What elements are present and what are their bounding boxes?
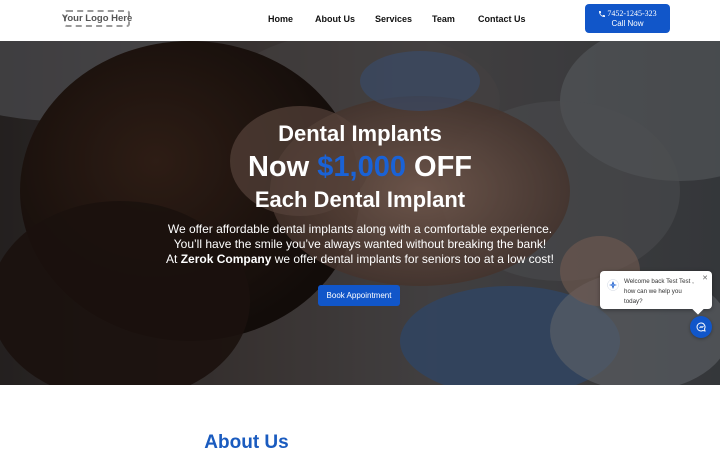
nav-item-team[interactable]: Team [432, 0, 455, 38]
chat-message: Welcome back Test Test , how can we help… [624, 277, 700, 307]
nav-item-services[interactable]: Services [375, 0, 412, 38]
hero-heading-now: Now [247, 151, 318, 183]
hero-desc-line3: At Zerok Company we offer dental implant… [0, 252, 720, 267]
chat-message-line1: Welcome back Test Test , [624, 278, 694, 285]
nav-link-contact[interactable]: Contact Us [478, 14, 526, 24]
hero-heading-off: OFF [405, 151, 473, 183]
call-now-label: Call Now [611, 19, 644, 28]
hero-desc-line1: We offer affordable dental implants alon… [167, 222, 553, 236]
hero-overlay [0, 41, 720, 385]
chat-icon [696, 322, 706, 332]
nav-item-contact[interactable]: Contact Us [478, 0, 526, 38]
call-now-button[interactable]: 7452-1245-323 Call Now [585, 4, 670, 33]
site-header: Your Logo Here Home About Us Services Te… [0, 0, 720, 41]
hero-heading-line3: Each Dental Implant [254, 187, 466, 212]
chat-message-line3: today? [624, 298, 643, 305]
chat-launcher-button[interactable] [690, 316, 712, 338]
hero-description: We offer affordable dental implants alon… [0, 222, 720, 267]
hero-desc-line2: You’ll have the smile you’ve always want… [173, 237, 547, 251]
page: Your Logo Here Home About Us Services Te… [0, 0, 720, 450]
nav-item-home[interactable]: Home [268, 0, 293, 38]
hero-section: Dental Implants Now $1,000 OFF Each Dent… [0, 41, 720, 385]
book-appointment-button[interactable]: Book Appointment [318, 285, 400, 306]
nav-link-about[interactable]: About Us [315, 14, 355, 24]
phone-icon [599, 10, 606, 17]
hero-heading-line2: Now $1,000 OFF [0, 150, 720, 184]
hero-heading-line1: Dental Implants [278, 121, 442, 146]
close-icon[interactable]: ✕ [702, 275, 708, 282]
hero-company-name: Zerok Company [180, 252, 272, 266]
chat-welcome-bubble[interactable]: Welcome back Test Test , how can we help… [600, 271, 712, 309]
call-phone-row: 7452-1245-323 [585, 9, 670, 18]
chat-agent-avatar-icon [607, 279, 619, 291]
hero-price: $1,000 [317, 151, 406, 183]
nav-item-about[interactable]: About Us [315, 0, 355, 38]
chat-message-line2: how can we help you [624, 288, 682, 295]
logo[interactable]: Your Logo Here [62, 10, 132, 27]
nav-link-services[interactable]: Services [375, 14, 412, 24]
hero-desc-at: At [166, 252, 181, 266]
nav-link-home[interactable]: Home [268, 14, 293, 24]
about-us-heading: About Us [204, 432, 289, 450]
nav-link-team[interactable]: Team [432, 14, 455, 24]
hero-desc-rest: we offer dental implants for seniors too… [271, 252, 554, 266]
call-phone-number: 7452-1245-323 [607, 9, 657, 18]
